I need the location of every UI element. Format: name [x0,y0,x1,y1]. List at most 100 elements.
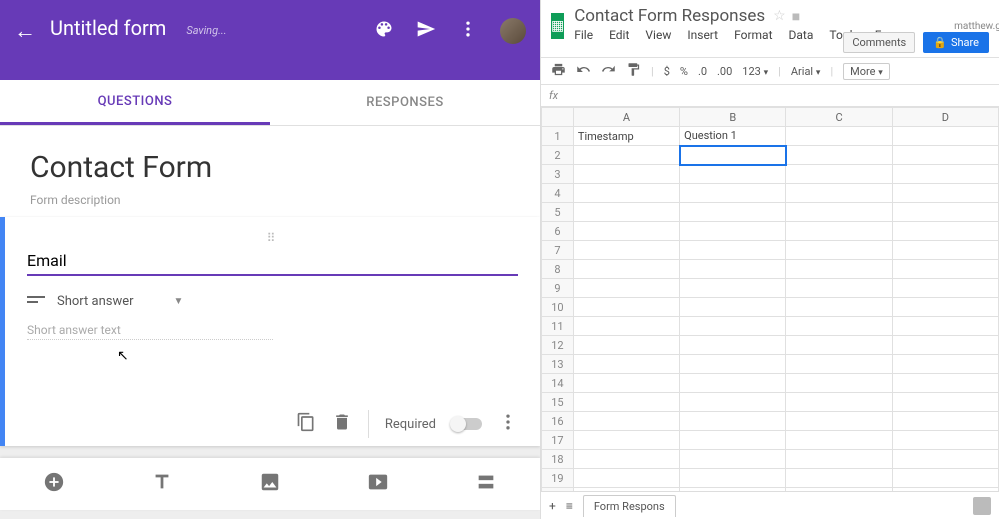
cell[interactable] [573,355,679,374]
spreadsheet-grid[interactable]: ABCD1TimestampQuestion 12345678910111213… [541,107,999,491]
cell[interactable] [892,374,998,393]
cell[interactable] [680,374,786,393]
add-section-icon[interactable] [475,471,497,497]
cell[interactable] [573,260,679,279]
cell[interactable] [892,127,998,146]
print-icon[interactable] [551,62,566,80]
cell[interactable] [892,393,998,412]
delete-icon[interactable] [332,412,352,436]
all-sheets-icon[interactable]: ≡ [566,499,573,513]
cell[interactable] [680,393,786,412]
cell[interactable] [786,355,892,374]
folder-icon[interactable]: ■ [792,8,800,25]
avatar[interactable] [500,18,526,44]
cell[interactable] [680,279,786,298]
cell[interactable] [573,393,679,412]
undo-icon[interactable] [576,62,591,80]
cell[interactable] [573,317,679,336]
cell[interactable] [892,279,998,298]
cell[interactable] [680,241,786,260]
cell[interactable] [786,260,892,279]
more-vert-icon[interactable] [498,412,518,436]
decimal-dec-button[interactable]: .0 [698,65,707,78]
cell[interactable] [786,127,892,146]
row-header[interactable]: 18 [542,450,574,469]
add-video-icon[interactable] [367,471,389,497]
drag-handle-icon[interactable]: ⠿ [27,231,518,245]
row-header[interactable]: 5 [542,203,574,222]
cell[interactable] [573,431,679,450]
cell[interactable] [573,241,679,260]
cell[interactable] [573,374,679,393]
row-header[interactable]: 7 [542,241,574,260]
row-header[interactable]: 11 [542,317,574,336]
cell[interactable] [573,184,679,203]
cell[interactable] [786,317,892,336]
add-title-icon[interactable] [151,471,173,497]
cell[interactable] [892,146,998,165]
cell[interactable] [573,165,679,184]
duplicate-icon[interactable] [296,412,316,436]
cell[interactable] [786,184,892,203]
question-title-input[interactable] [27,249,518,276]
cell[interactable] [573,146,679,165]
form-description[interactable]: Form description [30,193,510,207]
tab-responses[interactable]: RESPONSES [270,80,540,125]
font-selector[interactable]: Arial ▾ [791,65,821,78]
cell[interactable] [573,450,679,469]
row-header[interactable]: 13 [542,355,574,374]
row-header[interactable]: 2 [542,146,574,165]
cell[interactable] [573,412,679,431]
cell[interactable] [573,298,679,317]
cell[interactable] [680,355,786,374]
cell[interactable] [786,279,892,298]
cell[interactable] [892,222,998,241]
back-arrow-icon[interactable]: ← [14,18,36,44]
row-header[interactable]: 12 [542,336,574,355]
paint-format-icon[interactable] [626,62,641,80]
cell[interactable] [786,203,892,222]
form-title[interactable]: Contact Form [30,150,510,185]
cell[interactable] [680,450,786,469]
redo-icon[interactable] [601,62,616,80]
row-header[interactable]: 9 [542,279,574,298]
cell[interactable] [786,393,892,412]
cell[interactable] [786,412,892,431]
number-format-button[interactable]: 123 ▾ [742,65,768,78]
more-vert-icon[interactable] [458,19,478,43]
corner-cell[interactable] [542,108,574,127]
column-header[interactable]: A [573,108,679,127]
cell[interactable] [786,431,892,450]
cell[interactable] [892,260,998,279]
cell[interactable] [680,412,786,431]
cell[interactable] [573,469,679,488]
cell[interactable] [892,355,998,374]
cell[interactable] [680,203,786,222]
cell[interactable] [892,412,998,431]
cell[interactable]: Question 1 [680,127,786,146]
row-header[interactable]: 3 [542,165,574,184]
row-header[interactable]: 8 [542,260,574,279]
cell[interactable] [892,450,998,469]
cell[interactable] [680,431,786,450]
cell[interactable] [786,241,892,260]
cell[interactable] [680,165,786,184]
row-header[interactable]: 6 [542,222,574,241]
cell[interactable] [892,336,998,355]
currency-button[interactable]: $ [664,65,670,78]
percent-button[interactable]: % [680,65,688,78]
required-toggle[interactable] [452,418,482,430]
cell[interactable] [892,184,998,203]
cell[interactable] [680,184,786,203]
row-header[interactable]: 15 [542,393,574,412]
cell[interactable] [680,336,786,355]
cell[interactable] [892,469,998,488]
column-header[interactable]: D [892,108,998,127]
cell[interactable] [680,260,786,279]
sheet-tab[interactable]: Form Respons [583,495,676,517]
cell[interactable] [786,374,892,393]
share-button[interactable]: 🔒 Share [923,32,989,53]
cell[interactable] [892,431,998,450]
cell[interactable] [573,279,679,298]
send-icon[interactable] [416,19,436,43]
